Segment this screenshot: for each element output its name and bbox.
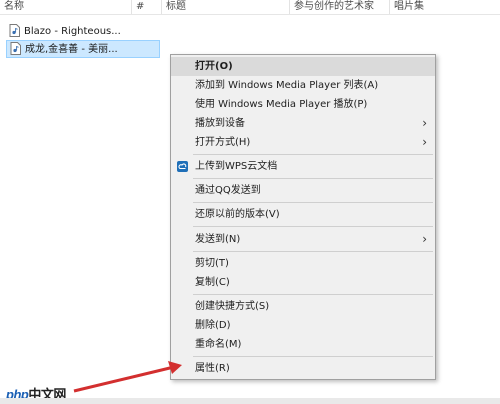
menu-item-properties[interactable]: 属性(R): [171, 359, 435, 378]
chevron-right-icon: ›: [422, 135, 427, 149]
menu-separator: [193, 154, 433, 155]
chevron-right-icon: ›: [422, 232, 427, 246]
menu-separator: [193, 251, 433, 252]
menu-item-open[interactable]: 打开(O): [171, 57, 435, 76]
file-name: Blazo - Righteous...: [24, 26, 121, 37]
audio-file-icon: [9, 24, 20, 37]
menu-item-play-with-wmp[interactable]: 使用 Windows Media Player 播放(P): [171, 95, 435, 114]
audio-file-icon: [10, 42, 21, 55]
menu-item-send-via-qq[interactable]: 通过QQ发送到: [171, 181, 435, 200]
menu-item-open-with[interactable]: 打开方式(H) ›: [171, 133, 435, 152]
menu-item-create-shortcut[interactable]: 创建快捷方式(S): [171, 297, 435, 316]
column-name[interactable]: 名称: [0, 0, 132, 14]
column-title[interactable]: 标题: [162, 0, 290, 14]
menu-item-upload-wps[interactable]: 上传到WPS云文档: [171, 157, 435, 176]
column-album[interactable]: 唱片集: [390, 0, 500, 14]
menu-item-restore-previous[interactable]: 还原以前的版本(V): [171, 205, 435, 224]
column-artist[interactable]: 参与创作的艺术家: [290, 0, 390, 14]
file-name: 成龙,金喜善 - 美丽...: [25, 44, 118, 55]
menu-item-send-to[interactable]: 发送到(N) ›: [171, 230, 435, 249]
menu-separator: [193, 202, 433, 203]
file-item[interactable]: Blazo - Righteous...: [6, 23, 160, 41]
status-bar: [0, 398, 500, 404]
annotation-arrow-icon: [73, 361, 182, 393]
menu-item-cast-to-device[interactable]: 播放到设备 ›: [171, 114, 435, 133]
column-header: 名称 # 标题 参与创作的艺术家 唱片集: [0, 0, 500, 15]
menu-item-add-to-wmp[interactable]: 添加到 Windows Media Player 列表(A): [171, 76, 435, 95]
menu-item-cut[interactable]: 剪切(T): [171, 254, 435, 273]
menu-item-delete[interactable]: 删除(D): [171, 316, 435, 335]
context-menu: 打开(O) 添加到 Windows Media Player 列表(A) 使用 …: [170, 54, 436, 380]
menu-item-rename[interactable]: 重命名(M): [171, 335, 435, 354]
menu-item-copy[interactable]: 复制(C): [171, 273, 435, 292]
chevron-right-icon: ›: [422, 116, 427, 130]
wps-cloud-icon: [177, 161, 188, 172]
menu-separator: [193, 294, 433, 295]
menu-separator: [193, 226, 433, 227]
menu-separator: [193, 178, 433, 179]
menu-separator: [193, 356, 433, 357]
file-item-selected[interactable]: 成龙,金喜善 - 美丽...: [6, 40, 160, 58]
column-number[interactable]: #: [132, 0, 162, 14]
